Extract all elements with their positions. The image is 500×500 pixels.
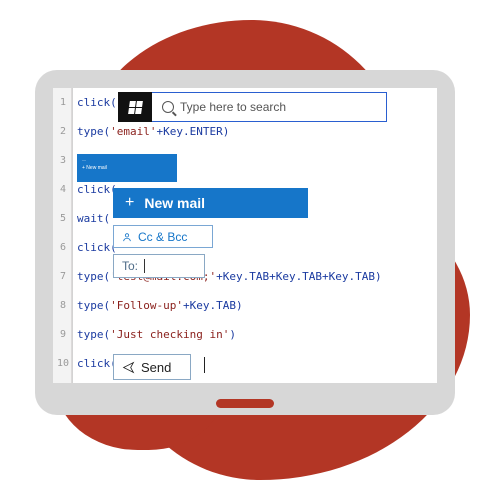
windows-start-icon[interactable]: [118, 92, 152, 122]
new-mail-label: New mail: [144, 195, 205, 211]
line-number: 6: [53, 242, 73, 253]
plus-icon: +: [125, 194, 134, 212]
tablet-home-button[interactable]: [216, 399, 274, 408]
new-mail-button[interactable]: + New mail: [113, 188, 308, 218]
line-number: 8: [53, 300, 73, 311]
taskbar-search[interactable]: Type here to search: [118, 92, 387, 122]
tablet-frame: 1click(2type('email'+Key.ENTER)3wait(4cl…: [35, 70, 455, 415]
cc-bcc-button[interactable]: Cc & Bcc: [113, 225, 213, 248]
code-line: 10click( ): [53, 349, 437, 378]
line-number: 7: [53, 271, 73, 282]
code-text: type('Just checking in'): [73, 328, 236, 341]
line-number: 10: [53, 358, 73, 369]
to-field[interactable]: To:: [113, 254, 205, 278]
line-number: 5: [53, 213, 73, 224]
search-placeholder: Type here to search: [180, 100, 386, 114]
code-text: click(: [73, 183, 117, 196]
code-text: wait(: [73, 212, 110, 225]
code-text: type('Follow-up'+Key.TAB): [73, 299, 243, 312]
line-number: 1: [53, 97, 73, 108]
code-line: 7type('test@mail.com;'+Key.TAB+Key.TAB+K…: [53, 262, 437, 291]
code-text: click(: [73, 96, 117, 109]
code-line: 8type('Follow-up'+Key.TAB): [53, 291, 437, 320]
person-icon: [122, 232, 132, 242]
send-button[interactable]: Send: [113, 354, 191, 380]
code-text: click(: [73, 241, 117, 254]
code-text: type('email'+Key.ENTER): [73, 125, 229, 138]
mail-app-thumbnail[interactable]: — + New mail: [77, 154, 177, 182]
line-number: 2: [53, 126, 73, 137]
to-label: To:: [122, 259, 138, 273]
code-line: 6click(: [53, 233, 437, 262]
line-number: 9: [53, 329, 73, 340]
line-number: 3: [53, 155, 73, 166]
cc-bcc-label: Cc & Bcc: [138, 230, 187, 244]
send-label: Send: [141, 360, 171, 375]
send-icon: [122, 361, 135, 374]
text-caret: [144, 259, 145, 273]
cursor: [198, 357, 205, 373]
code-line: 9type('Just checking in'): [53, 320, 437, 349]
search-icon: [162, 101, 174, 113]
line-number: 4: [53, 184, 73, 195]
screen: 1click(2type('email'+Key.ENTER)3wait(4cl…: [53, 88, 437, 383]
